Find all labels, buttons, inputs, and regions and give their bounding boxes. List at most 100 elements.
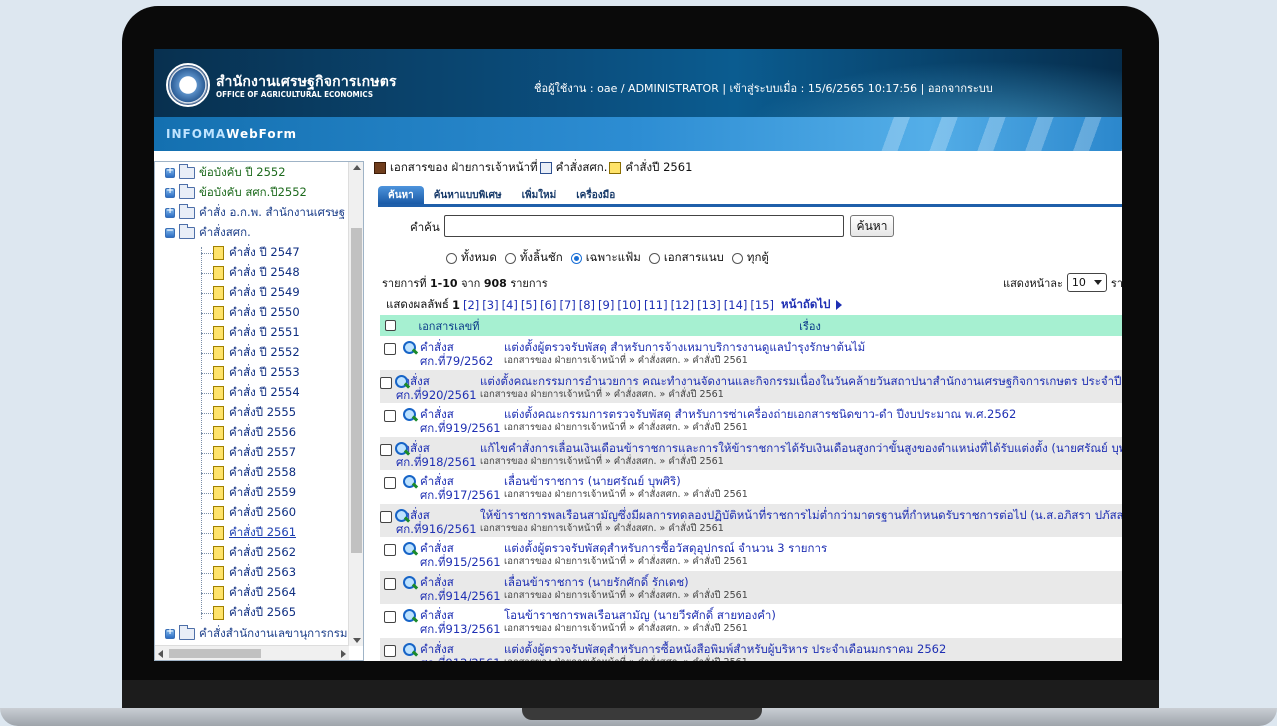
pager-page-link[interactable]: [7] xyxy=(559,298,575,312)
tab-search[interactable]: ค้นหา xyxy=(378,186,424,204)
select-all-checkbox[interactable] xyxy=(384,320,396,331)
scope-drawer[interactable]: ทั้งลิ้นชัก xyxy=(504,249,563,267)
tree-leaf[interactable]: คำสั่งปี 2560 xyxy=(213,504,296,522)
tab-add-new[interactable]: เพิ่มใหม่ xyxy=(512,186,567,204)
tree-leaf[interactable]: คำสั่งปี 2565 xyxy=(213,604,296,622)
tree-vertical-scrollbar[interactable] xyxy=(348,162,363,646)
search-button[interactable]: ค้นหา xyxy=(850,215,894,237)
tree-leaf[interactable]: คำสั่ง ปี 2549 xyxy=(213,284,300,302)
view-document-icon[interactable] xyxy=(402,608,418,624)
row-checkbox[interactable] xyxy=(384,410,396,422)
document-ref[interactable]: คำสั่งส ศก.ที่915/2561 xyxy=(420,541,501,569)
pager-page-link[interactable]: [15] xyxy=(750,298,774,312)
view-document-icon[interactable] xyxy=(402,340,418,356)
tree-leaf[interactable]: คำสั่ง ปี 2547 xyxy=(213,244,300,262)
tree-node[interactable]: คำสั่งสำนักงานเลขานุการกรม xyxy=(165,625,348,643)
tab-tools[interactable]: เครื่องมือ xyxy=(566,186,625,204)
view-document-icon[interactable] xyxy=(402,642,418,658)
row-checkbox[interactable] xyxy=(384,544,396,556)
pager-page-link[interactable]: [10] xyxy=(617,298,641,312)
row-checkbox[interactable] xyxy=(384,343,396,355)
scroll-up-icon[interactable] xyxy=(353,165,361,170)
pager-page-link[interactable]: [6] xyxy=(540,298,556,312)
pager-page-link[interactable]: [3] xyxy=(482,298,498,312)
document-title-link[interactable]: แต่งตั้งคณะกรรมการอำนวยการ คณะทำงานจัดงา… xyxy=(480,374,1122,388)
tree-node[interactable]: ข้อบังคับ ปี 2552 xyxy=(165,164,286,182)
document-title-link[interactable]: แก้ไขคำสั่งการเลื่อนเงินเดือนข้าราชการแล… xyxy=(480,441,1122,455)
expand-icon[interactable] xyxy=(165,186,175,198)
document-title-link[interactable]: แต่งตั้งผู้ตรวจรับพัสดุ สำหรับการจ้างเหม… xyxy=(504,340,1122,354)
pager-page-link[interactable]: [2] xyxy=(463,298,479,312)
tab-advanced-search[interactable]: ค้นหาแบบพิเศษ xyxy=(424,186,512,204)
radio-icon[interactable] xyxy=(648,252,660,264)
collapse-icon[interactable] xyxy=(165,226,175,238)
tree-leaf[interactable]: คำสั่ง ปี 2551 xyxy=(213,324,300,342)
tree-node[interactable]: คำสั่ง อ.ก.พ. สำนักงานเศรษฐ xyxy=(165,204,345,222)
view-document-icon[interactable] xyxy=(402,575,418,591)
radio-selected-icon[interactable] xyxy=(570,252,582,264)
document-title-link[interactable]: ให้ข้าราชการพลเรือนสามัญซึ่งมีผลการทดลอง… xyxy=(480,508,1122,522)
scrollbar-thumb-horizontal[interactable] xyxy=(169,649,261,658)
document-title-link[interactable]: โอนข้าราชการพลเรือนสามัญ (นายวีรศักดิ์ ส… xyxy=(504,608,1122,622)
scope-all[interactable]: ทั้งหมด xyxy=(446,249,497,267)
scroll-down-icon[interactable] xyxy=(353,638,361,643)
scope-all-cabinets[interactable]: ทุกตู้ xyxy=(731,249,769,267)
view-document-icon[interactable] xyxy=(402,474,418,490)
scope-attachments[interactable]: เอกสารแนบ xyxy=(648,249,724,267)
search-input[interactable] xyxy=(444,215,844,237)
tree-leaf[interactable]: คำสั่งปี 2559 xyxy=(213,484,296,502)
scrollbar-thumb[interactable] xyxy=(351,228,362,553)
document-ref[interactable]: คำสั่งส ศก.ที่914/2561 xyxy=(420,575,501,603)
tree-leaf[interactable]: คำสั่ง ปี 2553 xyxy=(213,364,300,382)
pager-page-link[interactable]: [11] xyxy=(644,298,668,312)
tree-node[interactable]: ข้อบังคับ สศก.ปี2552 xyxy=(165,184,307,202)
pager-page-link[interactable]: [12] xyxy=(671,298,695,312)
document-title-link[interactable]: แต่งตั้งผู้ตรวจรับพัสดุสำหรับการซื้อหนัง… xyxy=(504,642,1122,656)
row-checkbox[interactable] xyxy=(384,644,396,657)
expand-icon[interactable] xyxy=(165,627,175,639)
pager-page-link[interactable]: [5] xyxy=(521,298,537,312)
pager-page-link[interactable]: [4] xyxy=(502,298,518,312)
tree-leaf[interactable]: คำสั่งปี 2562 xyxy=(213,544,296,562)
tree-leaf[interactable]: คำสั่ง ปี 2548 xyxy=(213,264,300,282)
document-title-link[interactable]: เลื่อนข้าราชการ (นายศรัณย์ บุพศิริ) xyxy=(504,474,1122,488)
pager-page-link[interactable]: [14] xyxy=(724,298,748,312)
breadcrumb-part-1[interactable]: เอกสารของ ฝ่ายการเจ้าหน้าที่ xyxy=(390,159,538,177)
tree-leaf[interactable]: คำสั่ง ปี 2554 xyxy=(213,384,300,402)
tree-leaf[interactable]: คำสั่งปี 2557 xyxy=(213,444,296,462)
row-checkbox[interactable] xyxy=(380,443,392,456)
view-document-icon[interactable] xyxy=(402,407,418,423)
row-checkbox[interactable] xyxy=(384,577,396,590)
document-ref[interactable]: คำสั่งสศก.ที่912/2561 xyxy=(420,642,501,662)
per-page-select[interactable]: 10 xyxy=(1066,273,1107,292)
expand-icon[interactable] xyxy=(165,166,175,178)
row-checkbox[interactable] xyxy=(384,611,396,623)
next-arrow-icon[interactable] xyxy=(836,300,843,310)
row-checkbox[interactable] xyxy=(384,477,396,489)
tree-leaf[interactable]: คำสั่งปี 2558 xyxy=(213,464,296,482)
view-document-icon[interactable] xyxy=(402,541,418,557)
tree-leaf[interactable]: คำสั่งปี 2555 xyxy=(213,404,296,422)
document-ref[interactable]: คำสั่งส ศก.ที่79/2562 xyxy=(420,340,498,368)
tree-leaf[interactable]: คำสั่งปี 2561 xyxy=(213,524,296,542)
breadcrumb-part-3[interactable]: คำสั่งปี 2561 xyxy=(625,159,692,177)
breadcrumb-part-2[interactable]: คำสั่งสศก. xyxy=(556,159,608,177)
row-checkbox[interactable] xyxy=(380,510,392,523)
scroll-right-icon[interactable] xyxy=(341,650,346,658)
document-title-link[interactable]: เลื่อนข้าราชการ (นายรักศักดิ์ รักเดช) xyxy=(504,575,1122,589)
pager-page-link[interactable]: [9] xyxy=(598,298,614,312)
tree-leaf[interactable]: คำสั่ง ปี 2550 xyxy=(213,304,300,322)
user-session-info[interactable]: ชื่อผู้ใช้งาน : oae / ADMINISTRATOR | เข… xyxy=(534,79,993,97)
radio-icon[interactable] xyxy=(504,252,516,264)
expand-icon[interactable] xyxy=(165,206,175,218)
row-checkbox[interactable] xyxy=(380,376,392,389)
tree-horizontal-scrollbar[interactable] xyxy=(155,645,349,660)
document-title-link[interactable]: แต่งตั้งคณะกรรมการตรวจรับพัสดุ สำหรับการ… xyxy=(504,407,1122,421)
document-title-link[interactable]: แต่งตั้งผู้ตรวจรับพัสดุสำหรับการซื้อวัสด… xyxy=(504,541,1122,555)
scroll-left-icon[interactable] xyxy=(158,650,163,658)
radio-icon[interactable] xyxy=(446,252,457,264)
tree-leaf[interactable]: คำสั่ง ปี 2552 xyxy=(213,344,300,362)
pager-page-link[interactable]: [8] xyxy=(579,298,595,312)
pager-page-link[interactable]: [13] xyxy=(697,298,721,312)
document-ref[interactable]: คำสั่งส ศก.ที่917/2561 xyxy=(420,474,501,502)
